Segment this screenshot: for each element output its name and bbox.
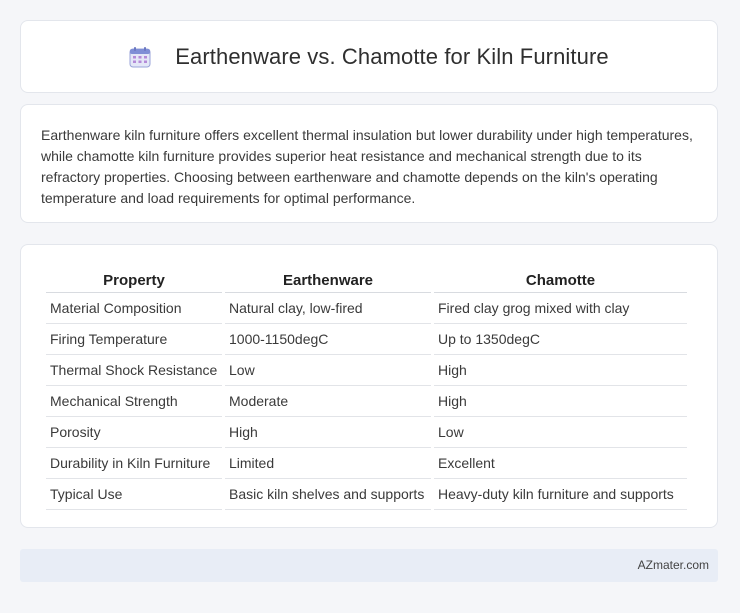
header-property: Property (46, 265, 222, 293)
table-cell: Porosity (46, 417, 222, 448)
table-cell: Low (434, 417, 687, 448)
footer-source: AZmater.com (637, 558, 709, 572)
table-row: Typical Use Basic kiln shelves and suppor… (46, 479, 687, 510)
table-cell: High (434, 386, 687, 417)
table-cell: 1000-1150degC (225, 324, 431, 355)
intro-card: Earthenware kiln furniture offers excell… (20, 104, 718, 223)
comparison-table: Property Earthenware Chamotte Material C… (43, 265, 690, 510)
table-row: Thermal Shock Resistance Low High (46, 355, 687, 386)
table-cell: Moderate (225, 386, 431, 417)
title-card: Earthenware vs. Chamotte for Kiln Furnit… (20, 20, 718, 93)
table-cell: Firing Temperature (46, 324, 222, 355)
table-cell: Material Composition (46, 293, 222, 324)
table-header-row: Property Earthenware Chamotte (46, 265, 687, 293)
table-cell: High (434, 355, 687, 386)
table-cell: Heavy-duty kiln furniture and supports (434, 479, 687, 510)
table-cell: Typical Use (46, 479, 222, 510)
table-cell: Limited (225, 448, 431, 479)
calendar-icon (129, 46, 151, 68)
intro-text: Earthenware kiln furniture offers excell… (41, 127, 693, 206)
table-row: Firing Temperature 1000-1150degC Up to 135… (46, 324, 687, 355)
header-chamotte: Chamotte (434, 265, 687, 293)
table-cell: Fired clay grog mixed with clay (434, 293, 687, 324)
table-cell: Natural clay, low-fired (225, 293, 431, 324)
table-row: Porosity High Low (46, 417, 687, 448)
table-cell: Thermal Shock Resistance (46, 355, 222, 386)
table-cell: Basic kiln shelves and supports (225, 479, 431, 510)
table-cell: Excellent (434, 448, 687, 479)
comparison-table-card: Property Earthenware Chamotte Material C… (20, 244, 718, 528)
footer: AZmater.com (20, 549, 718, 582)
header-earthenware: Earthenware (225, 265, 431, 293)
table-row: Mechanical Strength Moderate High (46, 386, 687, 417)
table-cell: Up to 1350degC (434, 324, 687, 355)
table-cell: Durability in Kiln Furniture (46, 448, 222, 479)
page-title: Earthenware vs. Chamotte for Kiln Furnit… (175, 43, 609, 69)
table-row: Durability in Kiln Furniture Limited Excel… (46, 448, 687, 479)
table-cell: High (225, 417, 431, 448)
table-cell: Mechanical Strength (46, 386, 222, 417)
table-row: Material Composition Natural clay, low-fi… (46, 293, 687, 324)
table-cell: Low (225, 355, 431, 386)
